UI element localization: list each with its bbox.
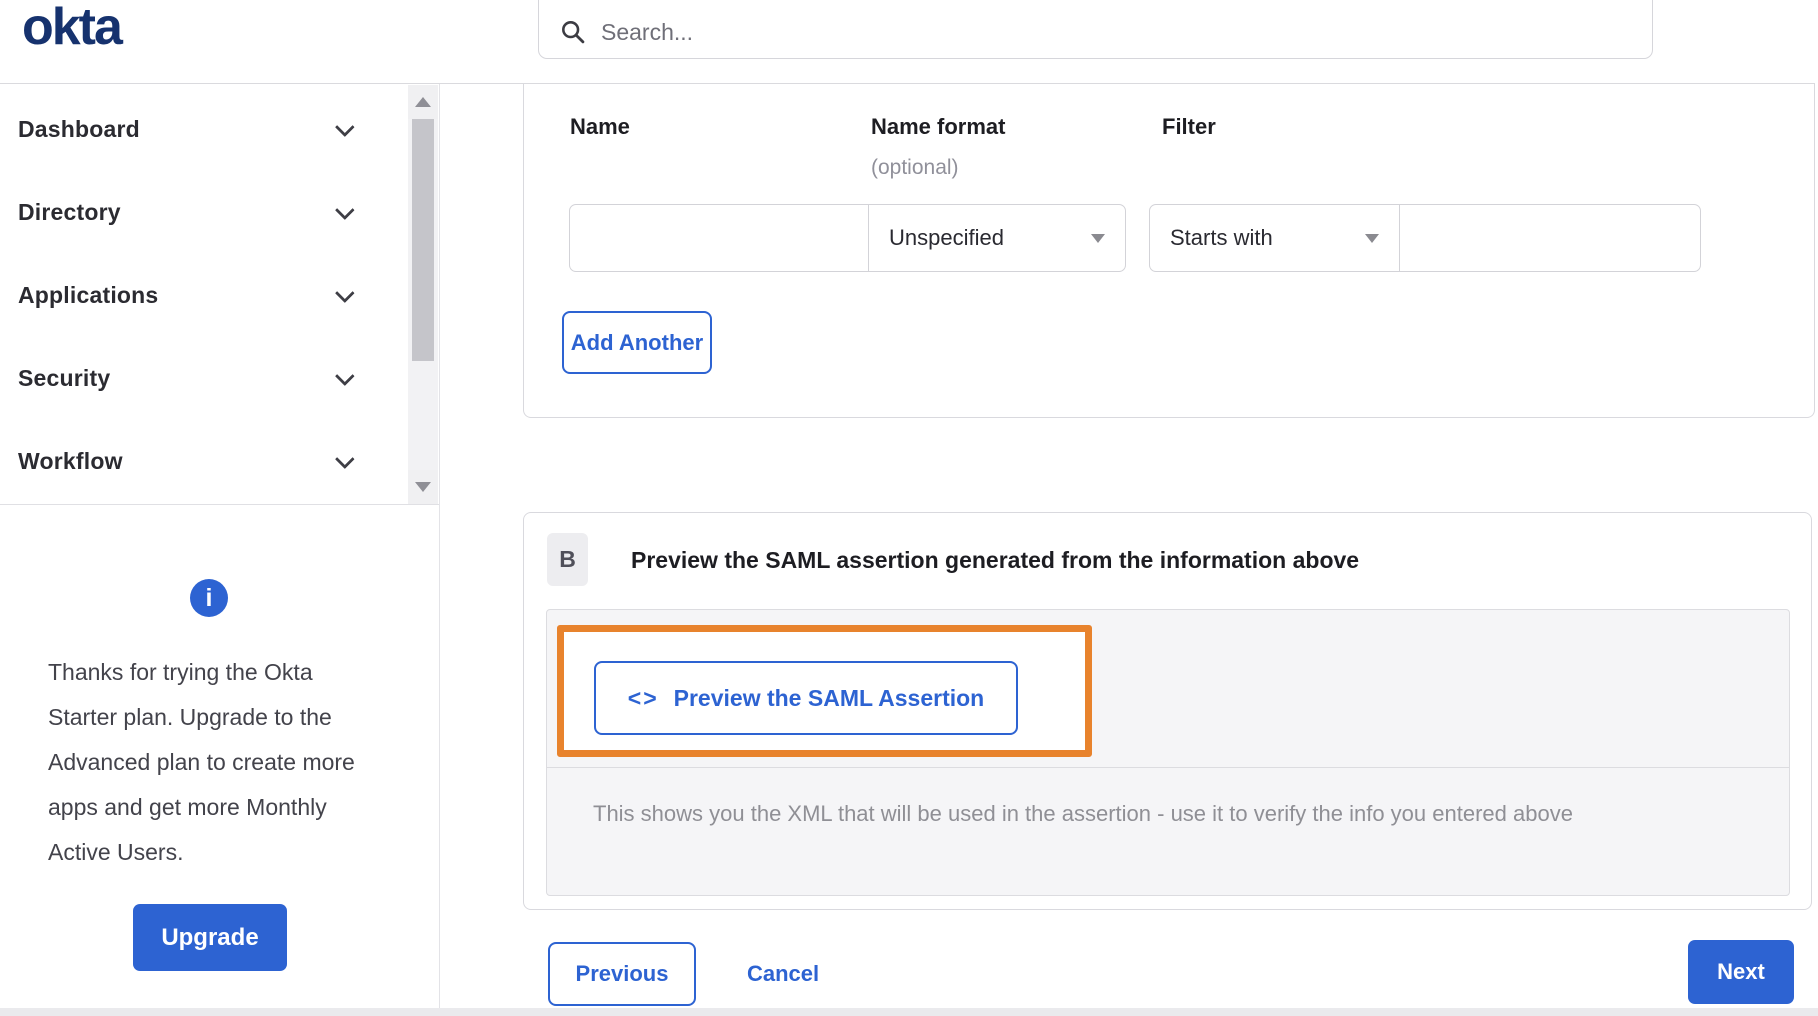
name-format-select[interactable]: Unspecified xyxy=(868,205,1125,271)
upgrade-button[interactable]: Upgrade xyxy=(133,904,287,971)
scroll-up-button[interactable] xyxy=(408,85,438,119)
scrollbar-thumb[interactable] xyxy=(412,119,434,361)
preview-saml-panel: B Preview the SAML assertion generated f… xyxy=(523,512,1812,910)
sidebar-item-dashboard[interactable]: Dashboard xyxy=(0,88,439,171)
chevron-down-icon xyxy=(334,365,355,386)
preview-assertion-box: <> Preview the SAML Assertion This shows… xyxy=(546,609,1790,896)
sidebar-item-label: Workflow xyxy=(18,448,123,474)
okta-logo: okta xyxy=(22,0,123,56)
preview-saml-assertion-button[interactable]: <> Preview the SAML Assertion xyxy=(594,661,1018,735)
chevron-down-icon xyxy=(334,282,355,303)
scroll-down-button[interactable] xyxy=(408,470,438,504)
next-button[interactable]: Next xyxy=(1688,940,1794,1004)
cancel-button[interactable]: Cancel xyxy=(747,942,819,1006)
filter-group: Starts with xyxy=(1149,204,1701,272)
code-brackets-icon: <> xyxy=(627,684,659,711)
search-icon xyxy=(562,21,585,44)
bottom-edge-strip xyxy=(0,1008,1818,1016)
sidebar-item-label: Dashboard xyxy=(18,116,140,142)
preview-button-label: Preview the SAML Assertion xyxy=(673,684,985,711)
triangle-down-icon xyxy=(415,482,431,492)
dropdown-caret-icon xyxy=(1091,233,1105,243)
name-format-column-label: Name format xyxy=(871,114,1006,139)
attribute-name-input[interactable] xyxy=(570,205,868,271)
name-format-selected-value: Unspecified xyxy=(889,225,1004,250)
previous-button[interactable]: Previous xyxy=(548,942,696,1006)
sidebar-item-label: Directory xyxy=(18,199,121,225)
chevron-down-icon xyxy=(334,116,355,137)
sidebar-item-security[interactable]: Security xyxy=(0,337,439,420)
sidebar-item-applications[interactable]: Applications xyxy=(0,254,439,337)
name-and-format-group: Unspecified xyxy=(569,204,1126,272)
step-b-badge: B xyxy=(547,533,588,586)
search-input[interactable] xyxy=(601,19,1632,46)
triangle-up-icon xyxy=(415,97,431,107)
add-another-button[interactable]: Add Another xyxy=(562,311,712,374)
filter-value-input[interactable] xyxy=(1400,205,1700,271)
sidebar-nav: Dashboard Directory Applications Securit… xyxy=(0,84,439,505)
sidebar: Dashboard Directory Applications Securit… xyxy=(0,84,440,1016)
global-search[interactable] xyxy=(538,0,1653,59)
dropdown-caret-icon xyxy=(1365,233,1379,243)
info-icon: i xyxy=(190,579,228,617)
sidebar-item-workflow[interactable]: Workflow xyxy=(0,420,439,503)
chevron-down-icon xyxy=(334,199,355,220)
attribute-statement-panel: Name Name format (optional) Filter Unspe… xyxy=(523,84,1815,418)
filter-column-label: Filter xyxy=(1162,114,1216,139)
filter-operator-select[interactable]: Starts with xyxy=(1150,205,1400,271)
name-format-optional-hint: (optional) xyxy=(871,156,959,179)
filter-operator-selected-value: Starts with xyxy=(1170,225,1273,250)
sidebar-item-label: Applications xyxy=(18,282,159,308)
preview-description: This shows you the XML that will be used… xyxy=(593,801,1573,826)
preview-section-heading: Preview the SAML assertion generated fro… xyxy=(631,547,1360,573)
sidebar-item-directory[interactable]: Directory xyxy=(0,171,439,254)
chevron-down-icon xyxy=(334,448,355,469)
name-column-label: Name xyxy=(570,114,630,139)
preview-button-area: <> Preview the SAML Assertion xyxy=(547,610,1789,768)
okta-admin-screen: okta Dashboard Directory Applications Se… xyxy=(0,0,1818,1016)
sidebar-scrollbar[interactable] xyxy=(408,85,438,504)
sidebar-item-label: Security xyxy=(18,365,111,391)
upsell-message: Thanks for trying the Okta Starter plan.… xyxy=(48,659,355,865)
